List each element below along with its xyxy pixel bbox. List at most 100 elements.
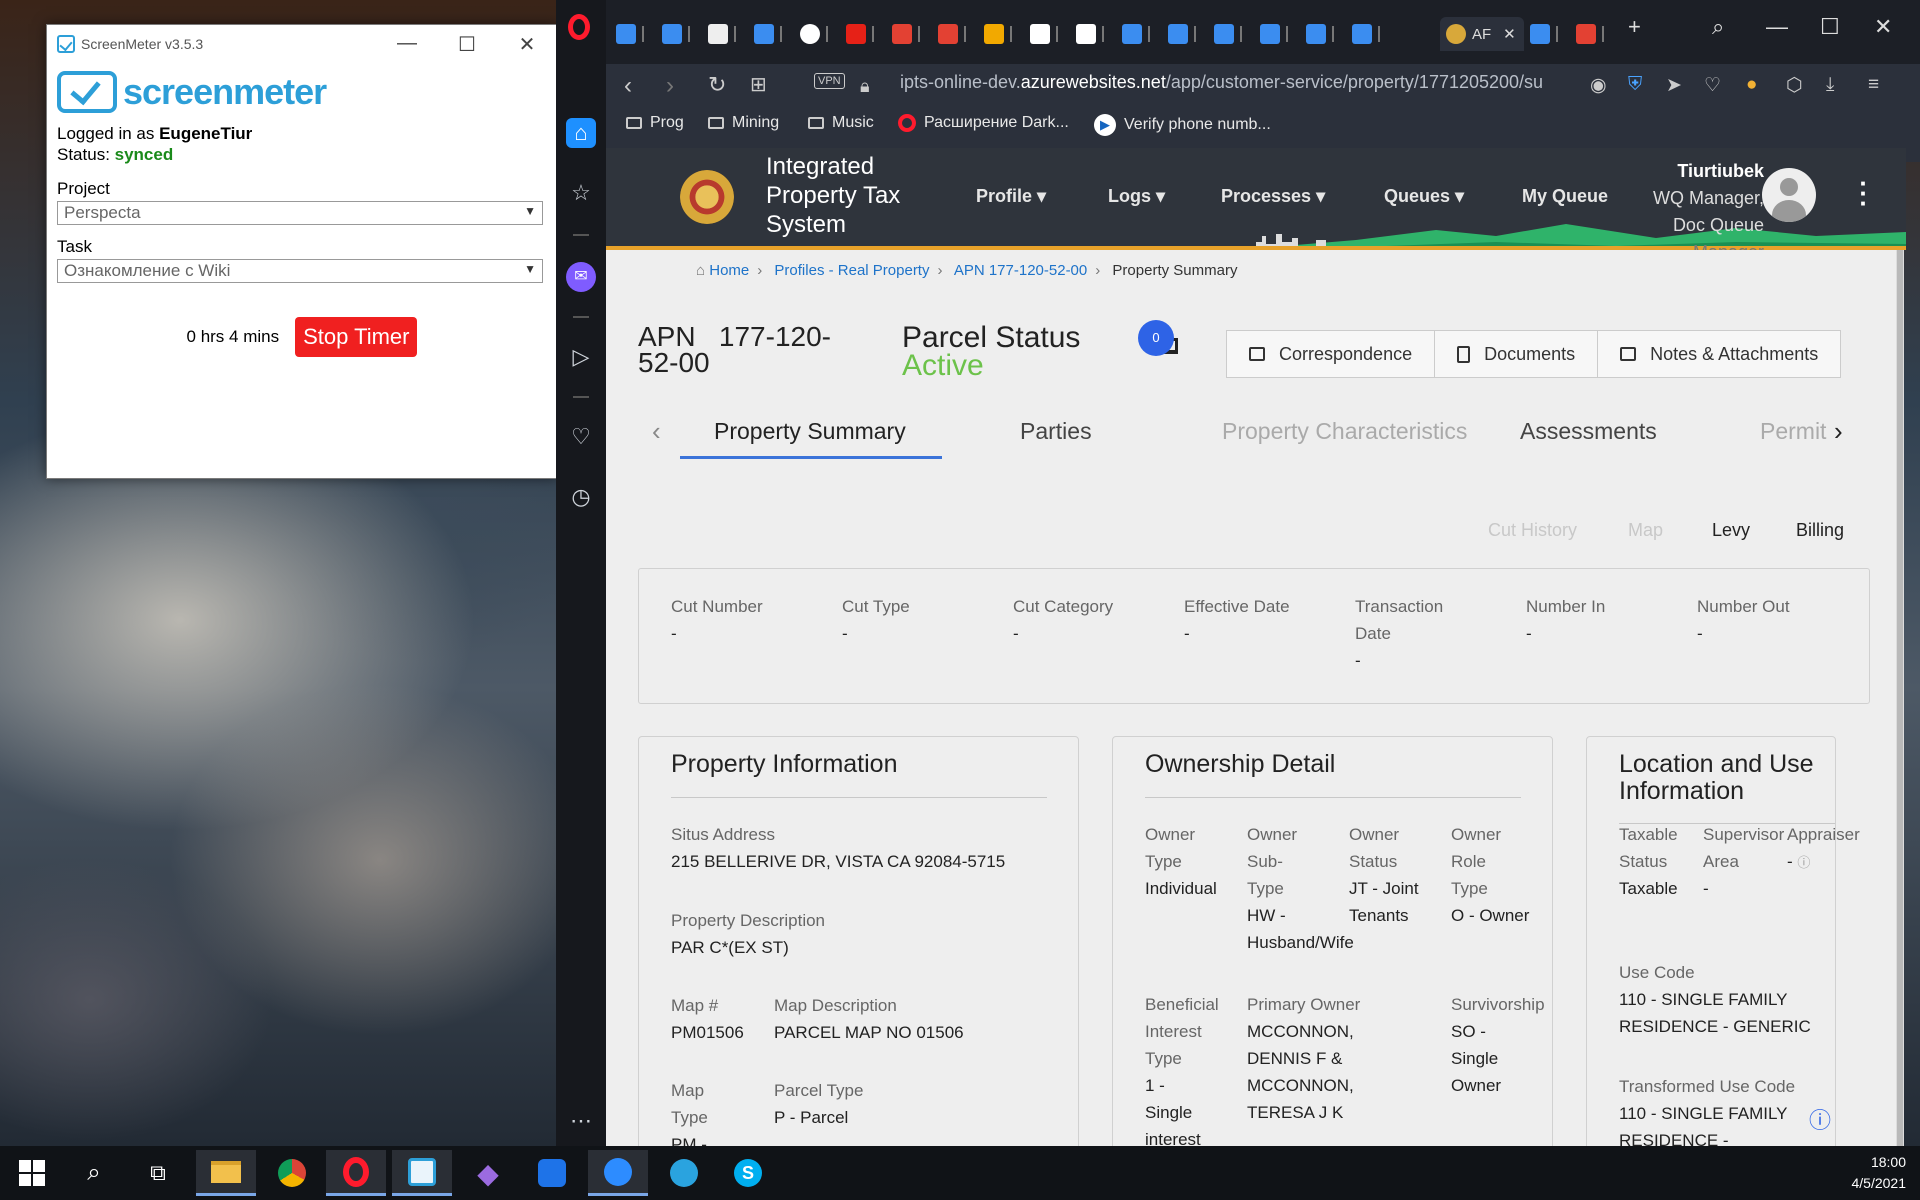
- avatar[interactable]: [1762, 168, 1816, 222]
- browser-tab[interactable]: [1530, 17, 1576, 51]
- tab-search-icon[interactable]: ⌕: [1712, 14, 1724, 40]
- start-button[interactable]: [2, 1150, 62, 1196]
- home-icon[interactable]: ⌂: [566, 118, 596, 148]
- nav-queues[interactable]: Queues ▾: [1384, 186, 1464, 207]
- browser-tab[interactable]: [708, 17, 754, 51]
- stop-timer-button[interactable]: Stop Timer: [295, 317, 418, 357]
- browser-tab[interactable]: [1122, 17, 1168, 51]
- back-icon[interactable]: ‹: [624, 72, 632, 100]
- telegram-icon[interactable]: [654, 1150, 714, 1196]
- opera-logo-icon[interactable]: [568, 14, 590, 40]
- maps-icon[interactable]: [522, 1150, 582, 1196]
- download-icon[interactable]: ⤓: [1826, 74, 1834, 96]
- maximize-icon[interactable]: ☐: [1820, 14, 1840, 40]
- browser-tab[interactable]: [1260, 17, 1306, 51]
- minimize-icon[interactable]: —: [1766, 14, 1788, 40]
- nav-processes[interactable]: Processes ▾: [1221, 186, 1325, 207]
- browser-tab[interactable]: [1030, 17, 1076, 51]
- breadcrumb-home[interactable]: Home: [709, 262, 749, 279]
- tab-parties[interactable]: Parties: [1020, 418, 1092, 445]
- subtab-map[interactable]: Map: [1628, 520, 1663, 541]
- tab-scroll-right-icon[interactable]: ›: [1834, 416, 1843, 447]
- bookmark-mining[interactable]: Mining: [708, 114, 779, 132]
- tab-assessments[interactable]: Assessments: [1520, 418, 1657, 445]
- browser-tab[interactable]: [938, 17, 984, 51]
- browser-tab[interactable]: [1352, 17, 1398, 51]
- browser-tab[interactable]: [892, 17, 938, 51]
- subtab-billing[interactable]: Billing: [1796, 520, 1844, 541]
- system-clock[interactable]: 18:00 4/5/2021: [1852, 1152, 1907, 1194]
- tab-property-summary[interactable]: Property Summary: [714, 418, 906, 445]
- zoom-icon[interactable]: [588, 1150, 648, 1196]
- bookmark-music[interactable]: Music: [808, 114, 874, 132]
- bookmark-dark-extension[interactable]: Расширение Dark...: [898, 114, 1069, 132]
- new-tab-icon[interactable]: +: [1628, 14, 1641, 40]
- breadcrumb-profiles[interactable]: Profiles - Real Property: [774, 262, 929, 279]
- subtab-cut-history[interactable]: Cut History: [1488, 520, 1577, 541]
- nav-my-queue[interactable]: My Queue: [1522, 186, 1608, 207]
- tab-permit[interactable]: Permit: [1760, 418, 1830, 445]
- shield-icon[interactable]: ⛨: [1628, 74, 1642, 96]
- info-icon[interactable]: ⓘ: [1797, 855, 1810, 870]
- more-icon[interactable]: ⋯: [566, 1106, 596, 1136]
- heart-icon[interactable]: ♡: [1704, 74, 1721, 97]
- browser-tab[interactable]: [1214, 17, 1260, 51]
- skype-icon[interactable]: S: [718, 1150, 778, 1196]
- browser-tab[interactable]: [800, 17, 846, 51]
- visual-studio-icon[interactable]: ◆: [458, 1150, 518, 1196]
- player-icon[interactable]: ▷: [566, 342, 596, 372]
- cube-icon[interactable]: ⬡: [1786, 74, 1803, 97]
- maximize-icon[interactable]: ☐: [437, 32, 497, 57]
- tiles-icon[interactable]: ⊞: [750, 72, 767, 97]
- browser-tab[interactable]: [846, 17, 892, 51]
- browser-tab[interactable]: [662, 17, 708, 51]
- task-view-icon[interactable]: ⧉: [128, 1150, 188, 1196]
- browser-tab[interactable]: [754, 17, 800, 51]
- browser-tab[interactable]: [1076, 17, 1122, 51]
- nav-profile[interactable]: Profile ▾: [976, 186, 1046, 207]
- info-icon[interactable]: ⓘ: [1809, 1103, 1831, 1135]
- close-icon[interactable]: ✕: [497, 32, 557, 57]
- browser-tab[interactable]: [984, 17, 1030, 51]
- screenmeter-titlebar[interactable]: ScreenMeter v3.5.3 — ☐ ✕: [47, 25, 557, 63]
- reload-icon[interactable]: ↻: [708, 72, 726, 98]
- file-explorer-icon[interactable]: [196, 1150, 256, 1196]
- page-scrollbar[interactable]: [1896, 250, 1904, 1146]
- subtab-levy[interactable]: Levy: [1712, 520, 1750, 541]
- task-select[interactable]: Ознакомление с Wiki ▼: [57, 259, 543, 283]
- documents-button[interactable]: Documents: [1435, 331, 1599, 377]
- vpn-badge[interactable]: VPN: [814, 73, 845, 89]
- snapshot-icon[interactable]: ◉: [1590, 74, 1607, 97]
- tab-property-characteristics[interactable]: Property Characteristics: [1222, 418, 1467, 445]
- chrome-icon[interactable]: [262, 1150, 322, 1196]
- browser-tab[interactable]: [616, 17, 662, 51]
- address-bar[interactable]: ipts-online-dev.azurewebsites.net/app/cu…: [900, 72, 1543, 93]
- opera-taskbar-icon[interactable]: [326, 1150, 386, 1196]
- minimize-icon[interactable]: —: [377, 32, 437, 57]
- tab-close-icon[interactable]: ✕: [1503, 25, 1516, 43]
- search-icon[interactable]: ⌕: [64, 1150, 124, 1196]
- nav-logs[interactable]: Logs ▾: [1108, 186, 1165, 207]
- bookmark-verify-phone[interactable]: ▶ Verify phone numb...: [1094, 114, 1271, 136]
- scrollbar-thumb[interactable]: [1897, 250, 1903, 1146]
- browser-tab[interactable]: [1168, 17, 1214, 51]
- history-clock-icon[interactable]: ◷: [566, 482, 596, 512]
- breadcrumb-apn[interactable]: APN 177-120-52-00: [954, 262, 1087, 279]
- tab-scroll-left-icon[interactable]: ‹: [652, 416, 661, 447]
- screenmeter-taskbar-icon[interactable]: [392, 1150, 452, 1196]
- bookmark-prog[interactable]: Prog: [626, 114, 684, 132]
- county-seal-logo[interactable]: [680, 170, 734, 224]
- browser-tab-active[interactable]: AF ✕: [1440, 17, 1524, 51]
- browser-tab[interactable]: [1576, 17, 1622, 51]
- messenger-icon[interactable]: ✉: [566, 262, 596, 292]
- close-icon[interactable]: ✕: [1874, 14, 1892, 40]
- heart-icon[interactable]: ♡: [566, 422, 596, 452]
- lightbulb-icon[interactable]: ●: [1746, 74, 1757, 96]
- kebab-menu-icon[interactable]: · · ·: [1859, 170, 1868, 216]
- notes-attachments-button[interactable]: Notes & Attachments: [1598, 331, 1840, 377]
- forward-icon[interactable]: ›: [666, 72, 674, 100]
- send-icon[interactable]: ➤: [1666, 74, 1682, 97]
- easy-setup-icon[interactable]: ≡: [1868, 74, 1879, 96]
- lock-icon[interactable]: 🔒︎: [860, 76, 870, 97]
- speed-dial-icon[interactable]: ☆: [566, 178, 596, 208]
